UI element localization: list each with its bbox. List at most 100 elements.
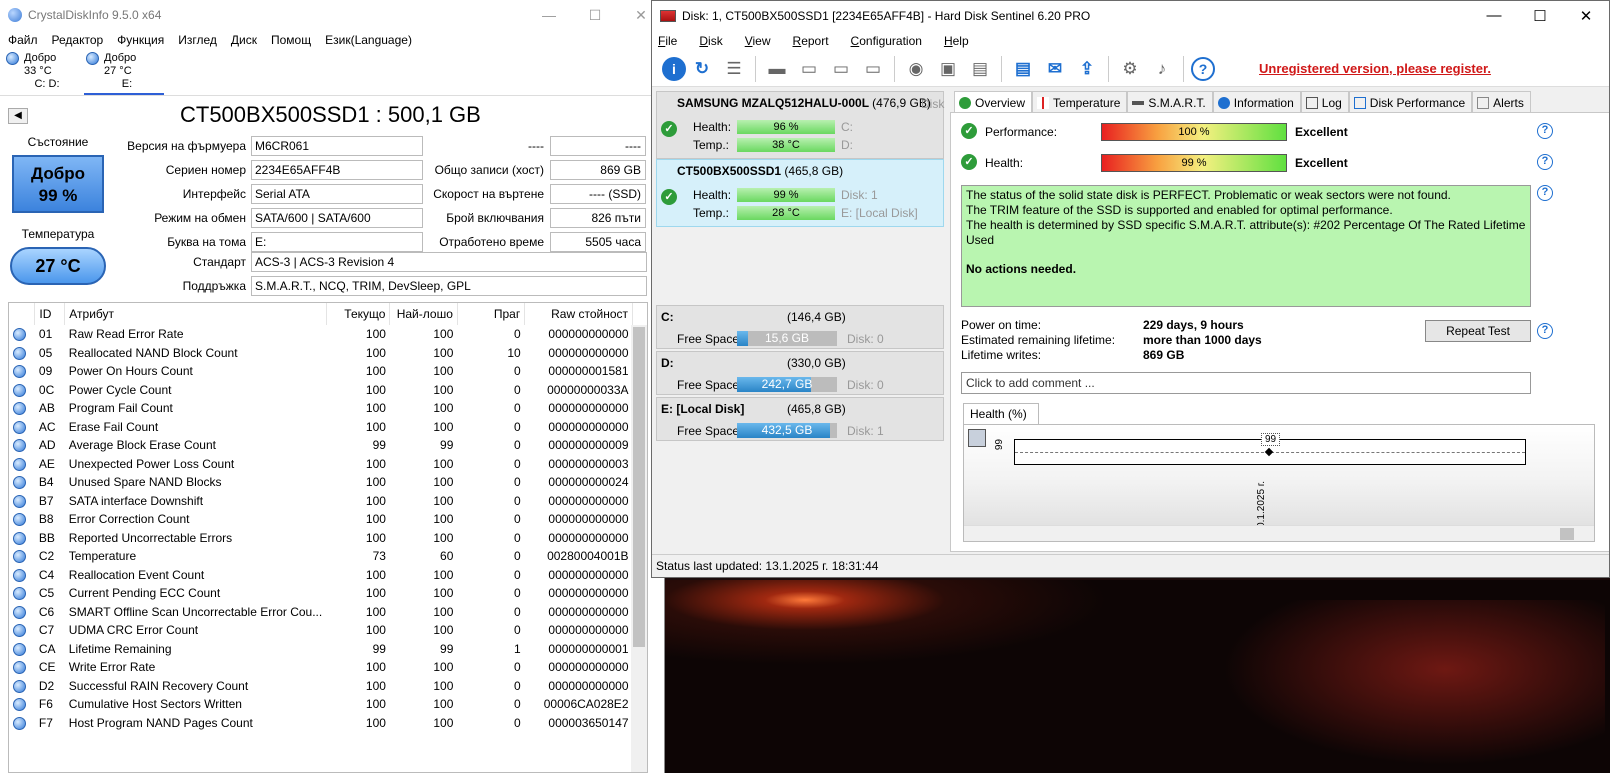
menu-configuration[interactable]: Configuration: [851, 34, 922, 48]
table-row[interactable]: C5 Current Pending ECC Count 100 100 0 000000…: [9, 584, 633, 603]
table-row[interactable]: C2 Temperature 73 60 0 00280004001B: [9, 547, 633, 566]
tab-log[interactable]: Log: [1300, 91, 1349, 112]
surface-test-icon[interactable]: ▬: [763, 55, 791, 83]
title-bar[interactable]: Disk: 1, CT500BX500SSD1 [2234E65AFF4B] -…: [652, 1, 1609, 31]
table-row[interactable]: B4 Unused Spare NAND Blocks 100 100 0 0000000…: [9, 473, 633, 492]
help-icon[interactable]: ?: [1537, 123, 1553, 139]
worst-cell: 100: [433, 623, 454, 638]
maximize-button[interactable]: ☐: [572, 7, 618, 24]
tab-smart[interactable]: S.M.A.R.T.: [1127, 91, 1213, 112]
minimize-button[interactable]: —: [1471, 7, 1517, 25]
menu-disk[interactable]: Disk: [699, 34, 722, 48]
table-row[interactable]: 05 Reallocated NAND Block Count 100 100 10 00…: [9, 344, 633, 363]
health-chart-tab[interactable]: Health (%): [963, 403, 1039, 424]
table-row[interactable]: C6 SMART Offline Scan Uncorrectable Error…: [9, 603, 633, 622]
volume-entry-d[interactable]: D: (330,0 GB) Free Space 242,7 GB Disk: …: [656, 351, 944, 395]
menu-help[interactable]: Help: [944, 34, 969, 48]
help-icon[interactable]: ?: [1537, 154, 1553, 170]
drive-tab-cd[interactable]: Добро 33 °C C: D:: [4, 50, 84, 95]
tab-overview[interactable]: Overview: [954, 91, 1033, 112]
scrollbar-thumb[interactable]: [1560, 528, 1574, 540]
drive-tab-e[interactable]: Добро 27 °C E:: [84, 50, 164, 95]
table-row[interactable]: F7 Host Program NAND Pages Count 100 100 0 00…: [9, 714, 633, 733]
disk-test-icon[interactable]: ▭: [795, 55, 823, 83]
table-row[interactable]: AB Program Fail Count 100 100 0 000000000000: [9, 399, 633, 418]
table-row[interactable]: D2 Successful RAIN Recovery Count 100 100 0 0…: [9, 677, 633, 696]
send-report-icon[interactable]: ⇪: [1073, 55, 1101, 83]
volume-entry-e[interactable]: E: [Local Disk] (465,8 GB) Free Space 43…: [656, 397, 944, 441]
raw-column-header[interactable]: Raw стойност: [524, 303, 633, 325]
menu-report[interactable]: Report: [793, 34, 829, 48]
previous-disk-button[interactable]: ◀: [8, 108, 28, 124]
table-row[interactable]: AC Erase Fail Count 100 100 0 000000000000: [9, 418, 633, 437]
menu-help[interactable]: Помощ: [271, 33, 311, 47]
menu-language[interactable]: Език(Language): [325, 33, 412, 47]
title-bar[interactable]: CrystalDiskInfo 9.5.0 x64 — ☐ ✕: [0, 0, 664, 30]
save-chart-icon[interactable]: [968, 429, 986, 447]
comment-input[interactable]: Click to add comment ...: [961, 372, 1531, 394]
features-label: Поддръжка: [182, 279, 246, 293]
repeat-test-button[interactable]: Repeat Test: [1425, 320, 1531, 342]
help-icon[interactable]: ?: [1537, 185, 1553, 201]
status-column-header[interactable]: [9, 303, 36, 325]
volume-label: Буква на тома: [167, 235, 246, 249]
table-row[interactable]: F6 Cumulative Host Sectors Written 100 100 0…: [9, 695, 633, 714]
table-row[interactable]: B8 Error Correction Count 100 100 0 000000000…: [9, 510, 633, 529]
disk-check-icon[interactable]: ▭: [827, 55, 855, 83]
menu-edit[interactable]: Редактор: [52, 33, 104, 47]
help-icon[interactable]: ?: [1191, 56, 1215, 81]
email-icon[interactable]: ✉: [1041, 55, 1069, 83]
chart-scrollbar[interactable]: [964, 525, 1594, 541]
attribute-column-header[interactable]: Атрибут: [64, 303, 327, 325]
menu-view[interactable]: View: [745, 34, 771, 48]
unregistered-link[interactable]: Unregistered version, please register.: [1259, 61, 1491, 76]
settings-gear-icon[interactable]: ⚙: [1116, 55, 1144, 83]
sound-icon[interactable]: ♪: [1148, 55, 1176, 83]
current-column-header[interactable]: Текущо: [326, 303, 391, 325]
tab-disk-performance[interactable]: Disk Performance: [1348, 91, 1473, 112]
worst-cell: 100: [433, 604, 454, 619]
help-icon[interactable]: ?: [1537, 323, 1553, 339]
health-status-button[interactable]: Добро 99 %: [12, 155, 104, 213]
table-row[interactable]: CA Lifetime Remaining 99 99 1 000000000001: [9, 640, 633, 659]
report-icon[interactable]: ▤: [1009, 55, 1037, 83]
table-row[interactable]: C7 UDMA CRC Error Count 100 100 0 00000000000…: [9, 621, 633, 640]
scrollbar-thumb[interactable]: [633, 327, 645, 647]
disk-list-icon[interactable]: ☰: [720, 55, 748, 83]
table-row[interactable]: 01 Raw Read Error Rate 100 100 0 000000000000: [9, 325, 633, 344]
disk-search-icon[interactable]: ▭: [859, 55, 887, 83]
tab-temperature[interactable]: Temperature: [1032, 91, 1128, 112]
table-row[interactable]: 09 Power On Hours Count 100 100 0 00000000158…: [9, 362, 633, 381]
close-button[interactable]: ✕: [1563, 7, 1609, 25]
menu-file[interactable]: File: [658, 34, 677, 48]
info-icon[interactable]: i: [662, 56, 686, 81]
menu-file[interactable]: Файл: [8, 33, 38, 47]
table-row[interactable]: BB Reported Uncorrectable Errors 100 100 0 00…: [9, 529, 633, 548]
table-row[interactable]: AE Unexpected Power Loss Count 100 100 0 0000…: [9, 455, 633, 474]
minimize-button[interactable]: —: [526, 7, 572, 24]
menu-function[interactable]: Функция: [117, 33, 164, 47]
id-cell: C2: [38, 549, 55, 564]
maximize-button[interactable]: ☐: [1517, 7, 1563, 25]
id-column-header[interactable]: ID: [34, 303, 66, 325]
table-row[interactable]: AD Average Block Erase Count 99 99 0 00000000…: [9, 436, 633, 455]
tab-alerts[interactable]: Alerts: [1472, 91, 1531, 112]
tab-information[interactable]: Information: [1212, 91, 1301, 112]
volume-entry-c[interactable]: C: (146,4 GB) Free Space 15,6 GB Disk: 0: [656, 305, 944, 349]
disk-entry-samsung[interactable]: SAMSUNG MZALQ512HALU-000L (476,9 GB) Dis…: [656, 91, 944, 159]
usb-disk-icon[interactable]: ▤: [966, 55, 994, 83]
disk-entry-crucial[interactable]: CT500BX500SSD1 (465,8 GB) ✓ Health: 99 %…: [656, 159, 944, 227]
threshold-column-header[interactable]: Праг: [457, 303, 526, 325]
menu-disk[interactable]: Диск: [231, 33, 257, 47]
health-dot-icon: [13, 513, 26, 527]
table-row[interactable]: B7 SATA interface Downshift 100 100 0 0000000…: [9, 492, 633, 511]
refresh-all-icon[interactable]: ↻: [688, 55, 716, 83]
table-row[interactable]: CE Write Error Rate 100 100 0 000000000000: [9, 658, 633, 677]
table-row[interactable]: C4 Reallocation Event Count 100 100 0 0000000…: [9, 566, 633, 585]
menu-view[interactable]: Изглед: [178, 33, 217, 47]
vertical-scrollbar[interactable]: [631, 325, 647, 772]
network-disk-icon[interactable]: ◉: [902, 55, 930, 83]
table-row[interactable]: 0C Power Cycle Count 100 100 0 00000000033A: [9, 381, 633, 400]
worst-column-header[interactable]: Най-лошо: [389, 303, 458, 325]
backup-icon[interactable]: ▣: [934, 55, 962, 83]
